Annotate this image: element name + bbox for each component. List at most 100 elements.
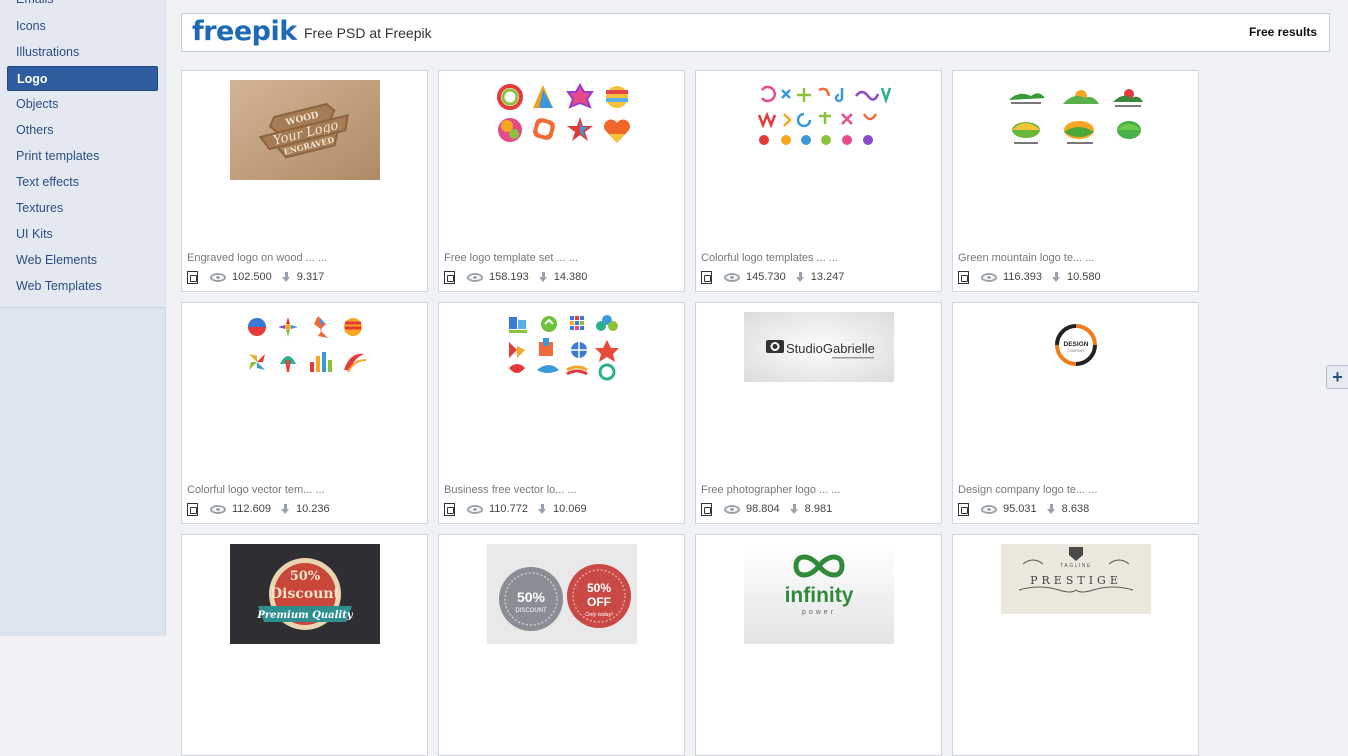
result-card[interactable]: Business free vector lo... ... 110.772 1… — [438, 302, 685, 524]
card-title[interactable]: Colorful logo templates ... ... — [701, 252, 838, 264]
result-card[interactable]: TAGLINE PRESTIGE — [952, 534, 1199, 756]
expand-panel-button[interactable]: + — [1326, 365, 1348, 389]
svg-text:TAGLINE: TAGLINE — [1060, 563, 1092, 569]
card-title[interactable]: Colorful logo vector tem... ... — [187, 484, 325, 496]
download-icon — [1046, 504, 1056, 514]
card-title[interactable]: Design company logo te... ... — [958, 484, 1097, 496]
eye-icon — [467, 272, 483, 282]
svg-text:50%: 50% — [517, 589, 546, 605]
view-count: 116.393 — [1003, 271, 1042, 283]
svg-text:COMPANY: COMPANY — [1067, 349, 1085, 353]
svg-text:DISCOUNT: DISCOUNT — [515, 608, 547, 614]
card-title[interactable]: Free logo template set ... ... — [444, 252, 578, 264]
sale-badges-thumbnail[interactable]: 50% DISCOUNT 50% OFF Only today! — [487, 544, 637, 644]
colorful-logo-vector-thumbnail[interactable] — [230, 312, 380, 382]
psd-file-icon — [701, 270, 712, 284]
eye-icon — [467, 504, 483, 514]
result-card[interactable]: 50% DISCOUNT 50% OFF Only today! — [438, 534, 685, 756]
sidebar-item-objects[interactable]: Objects — [7, 92, 158, 117]
card-title[interactable]: Green mountain logo te... ... — [958, 252, 1094, 264]
eye-icon — [981, 272, 997, 282]
card-title[interactable]: Free photographer logo ... ... — [701, 484, 840, 496]
view-count: 95.031 — [1003, 503, 1037, 515]
eye-icon — [210, 504, 226, 514]
sidebar-item-textures[interactable]: Textures — [7, 196, 158, 221]
result-card[interactable]: WOOD Your Logo ENGRAVED Engraved logo on… — [181, 70, 428, 292]
psd-file-icon — [444, 270, 455, 284]
svg-text:OFF: OFF — [587, 595, 611, 609]
results-header: freepik Free PSD at Freepik Free results — [181, 13, 1330, 52]
eye-icon — [724, 272, 740, 282]
svg-text:power: power — [802, 609, 836, 616]
download-count: 13.247 — [810, 271, 845, 283]
svg-text:PRESTIGE: PRESTIGE — [1030, 574, 1122, 587]
sidebar-item-print-templates[interactable]: Print templates — [7, 144, 158, 169]
result-card[interactable]: Free logo template set ... ... 158.193 1… — [438, 70, 685, 292]
card-stats: 116.393 10.580 — [958, 270, 1101, 284]
sidebar-item-others[interactable]: Others — [7, 118, 158, 143]
eye-icon — [724, 504, 740, 514]
download-count: 10.236 — [295, 503, 330, 515]
result-card[interactable]: 50% Discount Premium Quality — [181, 534, 428, 756]
download-count: 8.638 — [1061, 503, 1090, 515]
svg-text:Discount: Discount — [270, 586, 341, 602]
eye-icon — [981, 504, 997, 514]
sidebar-item-web-elements[interactable]: Web Elements — [7, 248, 158, 273]
download-icon — [280, 504, 290, 514]
psd-file-icon — [701, 502, 712, 516]
discount-badge-thumbnail[interactable]: 50% Discount Premium Quality — [230, 544, 380, 644]
view-count: 98.804 — [746, 503, 780, 515]
view-count: 110.772 — [489, 503, 528, 515]
result-card[interactable]: StudioGabrielle Free photographer logo .… — [695, 302, 942, 524]
card-stats: 102.500 9.317 — [187, 270, 324, 284]
infinity-logo-thumbnail[interactable]: infinity power — [744, 544, 894, 644]
card-stats: 110.772 10.069 — [444, 502, 587, 516]
sidebar: Emails Icons Illustrations Logo Objects … — [0, 0, 166, 636]
svg-text:DESIGN: DESIGN — [1064, 341, 1089, 348]
download-count: 10.580 — [1066, 271, 1101, 283]
category-list: Emails Icons Illustrations Logo Objects … — [0, 0, 166, 308]
card-stats: 145.730 13.247 — [701, 270, 844, 284]
result-card[interactable]: Colorful logo templates ... ... 145.730 … — [695, 70, 942, 292]
card-stats: 158.193 14.380 — [444, 270, 587, 284]
sidebar-item-logo[interactable]: Logo — [7, 66, 158, 91]
download-icon — [537, 504, 547, 514]
green-mountain-logos-thumbnail[interactable] — [1001, 80, 1151, 150]
psd-file-icon — [187, 270, 198, 284]
card-title[interactable]: Engraved logo on wood ... ... — [187, 252, 327, 264]
free-results-label: Free results — [1248, 25, 1317, 39]
sidebar-item-icons[interactable]: Icons — [7, 14, 158, 39]
download-icon — [1051, 272, 1061, 282]
sidebar-item-web-templates[interactable]: Web Templates — [7, 274, 158, 299]
svg-text:Premium Quality: Premium Quality — [256, 610, 354, 621]
results-title: Free PSD at Freepik — [304, 25, 432, 41]
sidebar-item-ui-kits[interactable]: UI Kits — [7, 222, 158, 247]
download-icon — [789, 504, 799, 514]
freepik-logo[interactable]: freepik — [192, 17, 297, 47]
psd-file-icon — [958, 502, 969, 516]
download-count: 10.069 — [552, 503, 587, 515]
view-count: 158.193 — [489, 271, 529, 283]
download-count: 9.317 — [296, 271, 325, 283]
card-stats: 112.609 10.236 — [187, 502, 330, 516]
photographer-logo-thumbnail[interactable]: StudioGabrielle — [744, 312, 894, 382]
result-card[interactable]: Colorful logo vector tem... ... 112.609 … — [181, 302, 428, 524]
logo-template-set-thumbnail[interactable] — [487, 80, 637, 180]
view-count: 112.609 — [232, 503, 271, 515]
result-card[interactable]: Green mountain logo te... ... 116.393 10… — [952, 70, 1199, 292]
result-card[interactable]: infinity power — [695, 534, 942, 756]
engraved-wood-logo-thumbnail[interactable]: WOOD Your Logo ENGRAVED — [230, 80, 380, 180]
sidebar-item-emails[interactable]: Emails — [7, 0, 158, 12]
prestige-logo-thumbnail[interactable]: TAGLINE PRESTIGE — [1001, 544, 1151, 614]
card-stats: 98.804 8.981 — [701, 502, 832, 516]
business-logos-thumbnail[interactable] — [487, 312, 637, 382]
sidebar-item-illustrations[interactable]: Illustrations — [7, 40, 158, 65]
eye-icon — [210, 272, 226, 282]
colorful-logo-templates-thumbnail[interactable] — [744, 80, 894, 150]
svg-text:50%: 50% — [290, 569, 321, 584]
design-company-logo-thumbnail[interactable]: DESIGN COMPANY — [1001, 312, 1151, 382]
result-card[interactable]: DESIGN COMPANY Design company logo te...… — [952, 302, 1199, 524]
sidebar-item-text-effects[interactable]: Text effects — [7, 170, 158, 195]
card-title[interactable]: Business free vector lo... ... — [444, 484, 577, 496]
download-count: 8.981 — [804, 503, 833, 515]
